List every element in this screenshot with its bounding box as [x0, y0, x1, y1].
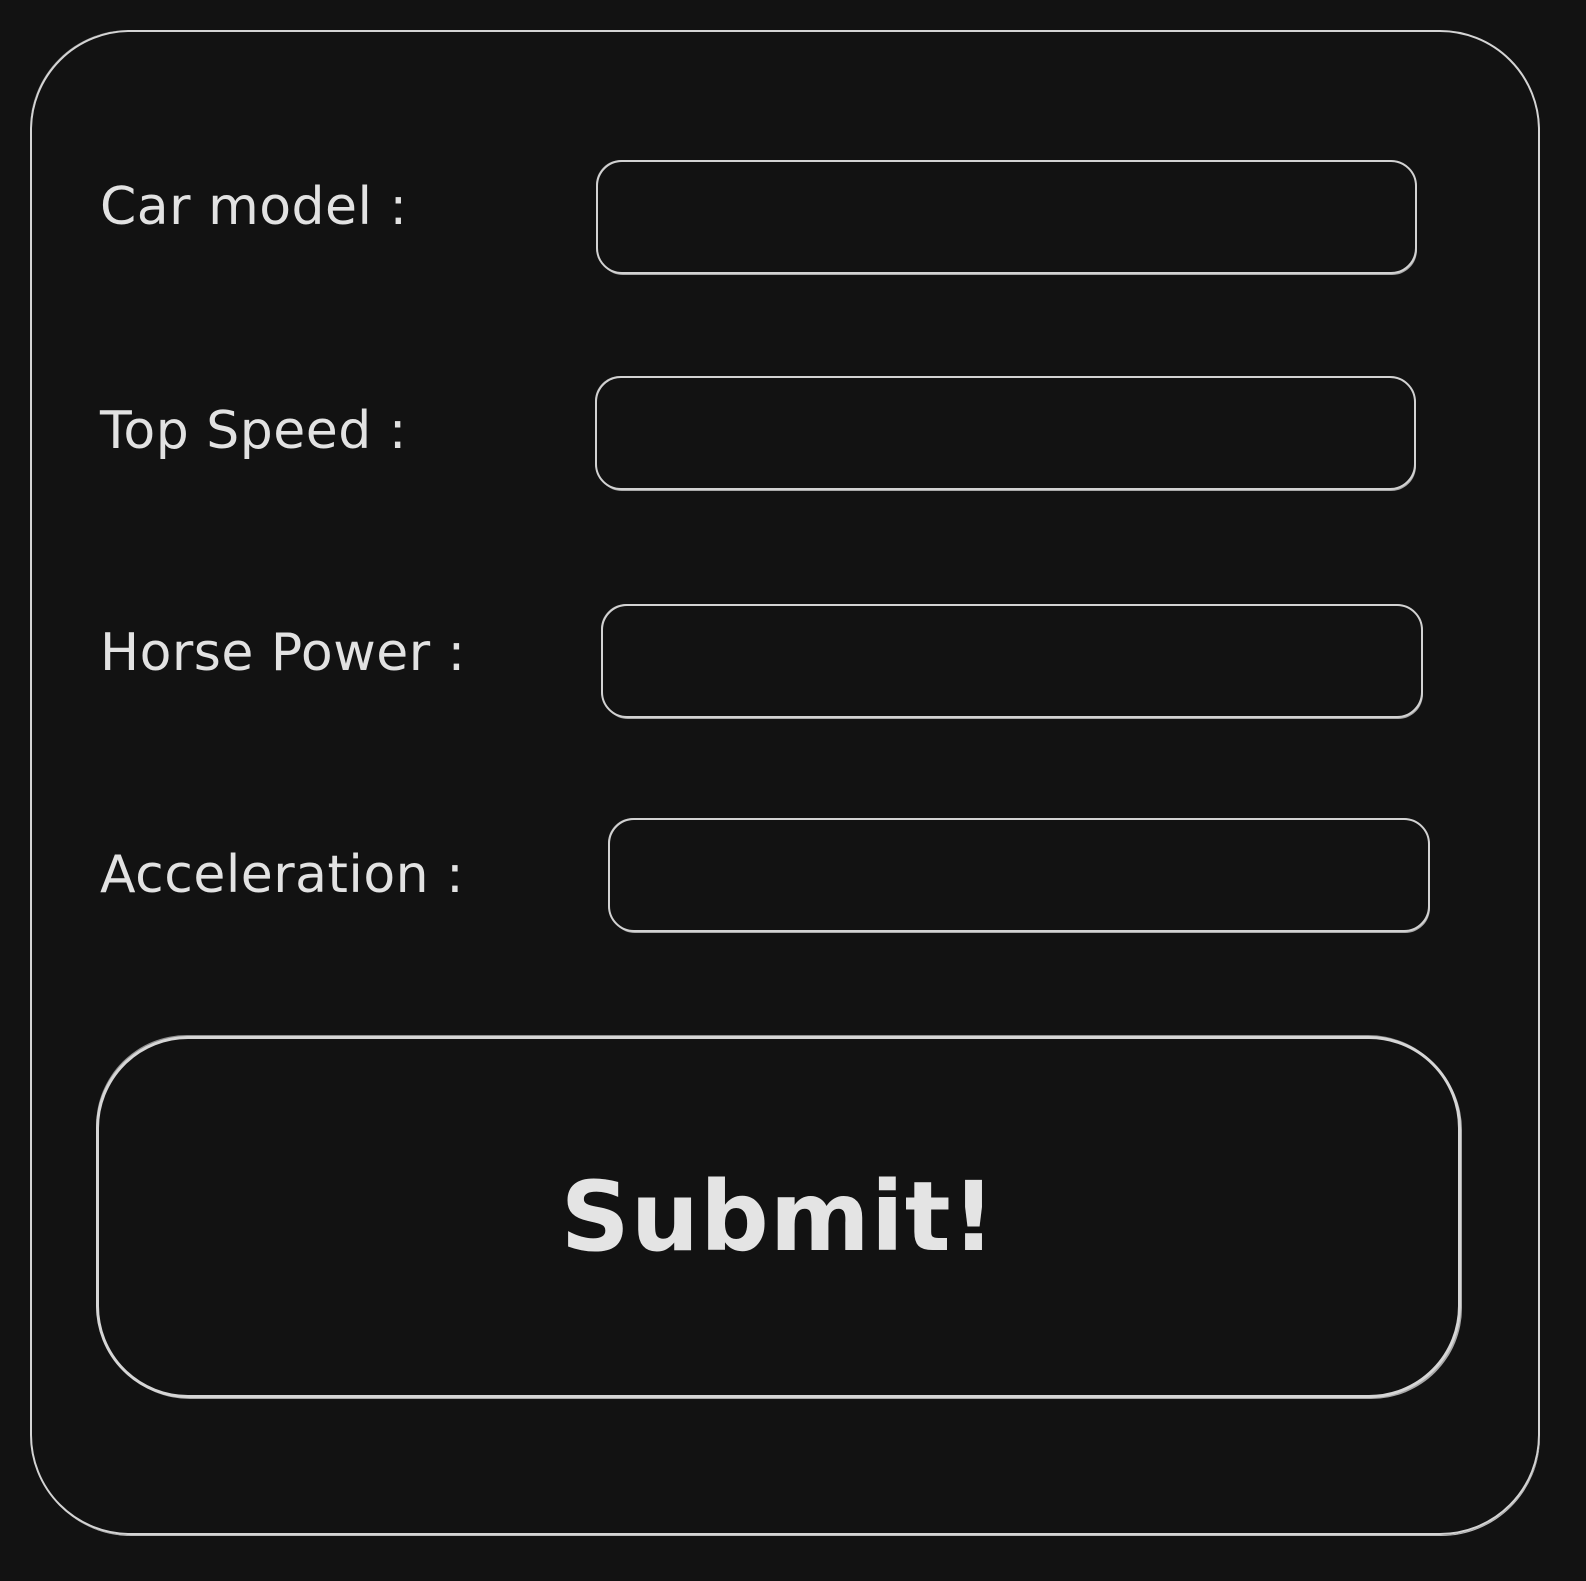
- car-model-input[interactable]: [596, 160, 1417, 274]
- top-speed-input[interactable]: [595, 376, 1416, 490]
- acceleration-input[interactable]: [608, 818, 1430, 932]
- submit-button[interactable]: Submit!: [96, 1036, 1461, 1398]
- car-model-label: Car model :: [100, 177, 408, 237]
- horse-power-label: Horse Power :: [100, 623, 466, 683]
- horse-power-input[interactable]: [601, 604, 1423, 718]
- acceleration-label: Acceleration :: [100, 845, 465, 905]
- top-speed-label: Top Speed :: [100, 401, 407, 461]
